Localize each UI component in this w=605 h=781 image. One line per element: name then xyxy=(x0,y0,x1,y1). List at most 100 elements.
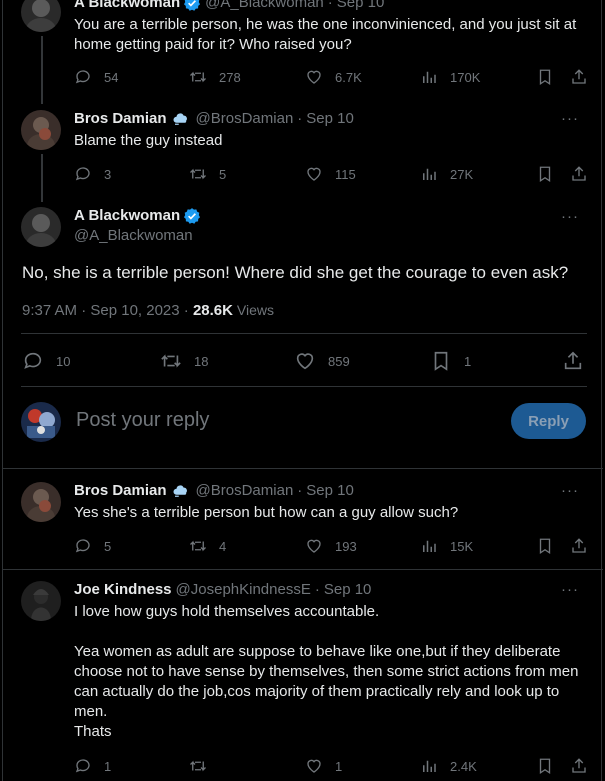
tweet-text: Blame the guy instead xyxy=(74,132,223,149)
more-options-icon[interactable]: ··· xyxy=(561,208,579,225)
like-count: 859 xyxy=(328,353,350,369)
share-button[interactable] xyxy=(570,536,588,556)
author-handle[interactable]: @A_Blackwoman xyxy=(74,226,193,246)
bookmark-icon xyxy=(536,165,554,183)
share-button[interactable] xyxy=(570,756,588,776)
reply-submit-button[interactable]: Reply xyxy=(511,403,586,439)
bookmark-button[interactable] xyxy=(536,164,554,184)
heart-icon xyxy=(294,350,316,372)
reply-count: 5 xyxy=(104,538,112,554)
views-chart-icon xyxy=(420,537,438,555)
share-button[interactable] xyxy=(562,349,584,373)
author-name[interactable]: Joe Kindness xyxy=(74,580,172,600)
tweet-header: Joe Kindness @JosephKindnessE · Sep 10 xyxy=(74,580,371,600)
like-button[interactable]: 193 xyxy=(305,536,357,556)
retweet-count: 5 xyxy=(219,166,227,182)
bookmark-button[interactable] xyxy=(536,67,554,87)
divider xyxy=(21,386,587,387)
verified-badge-icon xyxy=(183,207,201,225)
separator-dot: · xyxy=(327,0,333,11)
author-name[interactable]: A Blackwoman xyxy=(74,0,180,13)
bookmark-icon xyxy=(430,350,452,372)
tweet-actions: 3 5 115 27K xyxy=(74,164,586,184)
bookmark-icon xyxy=(536,757,554,775)
reply-icon xyxy=(74,68,92,86)
divider xyxy=(3,468,603,469)
retweet-button[interactable]: 278 xyxy=(189,67,241,87)
more-options-icon[interactable]: ··· xyxy=(561,110,579,127)
tweet-time[interactable]: Sep 10 xyxy=(324,580,372,600)
like-button[interactable]: 859 xyxy=(294,349,350,373)
tweet-time[interactable]: Sep 10 xyxy=(306,109,354,129)
more-options-icon[interactable]: ··· xyxy=(561,581,579,598)
separator-dot: · xyxy=(297,110,303,127)
tweet-text: Yes she's a terrible person but how can … xyxy=(74,504,459,521)
author-handle[interactable]: @BrosDamian xyxy=(196,481,294,501)
main-tweet-handle-row: @A_Blackwoman xyxy=(74,226,193,246)
tweet-time[interactable]: Sep 10 xyxy=(337,0,385,13)
heart-icon xyxy=(305,68,323,86)
more-options-icon[interactable]: ··· xyxy=(561,482,579,499)
views-button[interactable]: 2.4K xyxy=(420,756,477,776)
views-button[interactable]: 170K xyxy=(420,67,480,87)
author-name[interactable]: A Blackwoman xyxy=(74,206,180,226)
reply-button[interactable]: 3 xyxy=(74,164,111,184)
main-tweet-timestamp[interactable]: 9:37 AM · Sep 10, 2023 · xyxy=(22,302,193,319)
share-button[interactable] xyxy=(570,67,588,87)
views-count: 27K xyxy=(450,166,474,182)
retweet-icon xyxy=(189,757,207,775)
reply-input[interactable]: Post your reply xyxy=(76,409,209,432)
main-tweet-text: No, she is a terrible person! Where did … xyxy=(22,263,569,282)
tweet-header: Bros Damian @BrosDamian · Sep 10 xyxy=(74,481,354,501)
views-count: 2.4K xyxy=(450,758,477,774)
views-button[interactable]: 15K xyxy=(420,536,473,556)
bookmark-button[interactable] xyxy=(536,536,554,556)
reply-count: 54 xyxy=(104,69,119,85)
heart-icon xyxy=(305,165,323,183)
tweet-time[interactable]: Sep 10 xyxy=(306,481,354,501)
reply-button[interactable]: 5 xyxy=(74,536,111,556)
user-avatar[interactable] xyxy=(21,402,61,442)
like-button[interactable]: 1 xyxy=(305,756,342,776)
divider xyxy=(21,333,587,334)
retweet-button[interactable]: 18 xyxy=(160,349,208,373)
tweet-actions: 54 278 6.7K 170K xyxy=(74,67,586,87)
like-button[interactable]: 6.7K xyxy=(305,67,362,87)
share-icon xyxy=(570,757,588,775)
author-name[interactable]: Bros Damian xyxy=(74,481,167,501)
bookmark-button[interactable]: 1 xyxy=(430,349,471,373)
avatar[interactable] xyxy=(21,0,61,32)
share-icon xyxy=(570,165,588,183)
avatar[interactable] xyxy=(21,207,61,247)
author-name[interactable]: Bros Damian xyxy=(74,109,167,129)
avatar[interactable] xyxy=(21,581,61,621)
avatar[interactable] xyxy=(21,110,61,150)
like-button[interactable]: 115 xyxy=(305,164,356,184)
bookmark-button[interactable] xyxy=(536,756,554,776)
author-handle[interactable]: @A_Blackwoman xyxy=(205,0,324,13)
main-tweet-header: A Blackwoman xyxy=(74,206,201,226)
views-count: 170K xyxy=(450,69,481,85)
views-button[interactable]: 27K xyxy=(420,164,473,184)
share-icon xyxy=(570,537,588,555)
reply-count: 1 xyxy=(104,758,112,774)
share-button[interactable] xyxy=(570,164,588,184)
verified-badge-icon xyxy=(183,0,201,12)
reply-button[interactable]: 54 xyxy=(74,67,118,87)
reply-icon xyxy=(74,165,92,183)
reply-button[interactable]: 10 xyxy=(22,349,70,373)
retweet-button[interactable] xyxy=(189,756,219,776)
share-icon xyxy=(562,350,584,372)
retweet-button[interactable]: 4 xyxy=(189,536,226,556)
author-handle[interactable]: @BrosDamian xyxy=(196,109,294,129)
reply-button[interactable]: 1 xyxy=(74,756,111,776)
heart-icon xyxy=(305,537,323,555)
retweet-button[interactable]: 5 xyxy=(189,164,226,184)
thread-line xyxy=(41,154,43,202)
author-handle[interactable]: @JosephKindnessE xyxy=(176,580,311,600)
retweet-icon xyxy=(189,537,207,555)
avatar[interactable] xyxy=(21,482,61,522)
like-count: 1 xyxy=(335,758,343,774)
views-chart-icon xyxy=(420,165,438,183)
cloud-badge-icon xyxy=(170,482,192,500)
